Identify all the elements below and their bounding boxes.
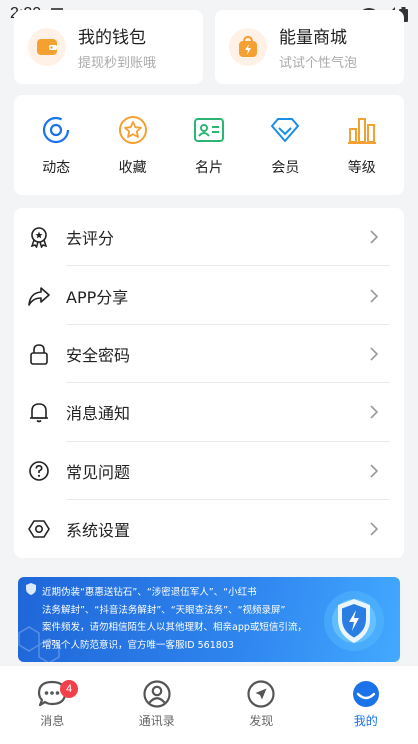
level-bars-icon [345, 113, 379, 147]
energy-mall-card[interactable]: 能量商城 试试个性气泡 [215, 10, 404, 84]
tab-contacts[interactable]: 通讯录 [105, 666, 210, 744]
wallet-title: 我的钱包 [78, 28, 146, 48]
energy-bag-icon [229, 28, 267, 66]
profile-icon [352, 681, 379, 707]
chevron-right-icon [370, 405, 378, 419]
my-wallet-card[interactable]: 我的钱包 提现秒到账哦 [14, 10, 203, 84]
tab-discover[interactable]: 发现 [209, 666, 314, 744]
moments-icon [39, 113, 73, 147]
menu-item-label: 安全密码 [66, 345, 131, 365]
quick-action-moments[interactable]: 动态 [26, 113, 86, 177]
menu-item-label: 常见问题 [66, 462, 131, 482]
tab-label: 我的 [353, 714, 378, 728]
star-icon [116, 113, 150, 147]
banner-line: 法务解封”、“抖音法务解封”、“天眼查法务”、“视频录屏” [42, 604, 286, 616]
quick-action-namecard[interactable]: 名片 [179, 113, 239, 177]
unread-badge: 4 [60, 680, 78, 698]
banner-line: 增强个人防范意识，官方唯一客服ID 561803 [42, 639, 234, 651]
award-icon [28, 226, 50, 249]
wallet-icon [28, 28, 66, 66]
wallet-subtitle: 提现秒到账哦 [78, 56, 157, 71]
chevron-right-icon [370, 230, 378, 244]
quick-action-favorites[interactable]: 收藏 [103, 113, 163, 177]
quick-action-label: 收藏 [118, 160, 147, 176]
energy-mall-subtitle: 试试个性气泡 [279, 56, 358, 71]
menu-item-label: 系统设置 [66, 521, 131, 541]
card-icon [192, 113, 226, 147]
quick-action-vip[interactable]: 会员 [255, 113, 315, 177]
menu-item-label: APP分享 [66, 287, 129, 307]
wallet-row: 我的钱包 提现秒到账哦 能量商城 试试个性气泡 [14, 10, 404, 84]
bottom-tab-bar: 4 消息 通讯录 发现 我的 [0, 666, 418, 744]
settings-hex-icon [28, 518, 50, 540]
tab-label: 消息 [40, 714, 65, 728]
quick-actions-card: 动态 收藏 名片 会员 等级 [14, 95, 404, 195]
menu-item-notifications[interactable]: 消息通知 [14, 383, 404, 442]
quick-action-level[interactable]: 等级 [332, 113, 392, 177]
menu-item-rate[interactable]: 去评分 [14, 208, 404, 267]
quick-action-label: 名片 [194, 160, 223, 176]
contacts-icon [143, 680, 171, 708]
banner-text: 近期伪装“惠惠送钻石”、“涉密退伍军人”、“小红书 法务解封”、“抖音法务解封”… [42, 584, 332, 654]
chevron-right-icon [370, 464, 378, 478]
quick-action-label: 动态 [42, 160, 71, 176]
tab-messages[interactable]: 4 消息 [0, 666, 105, 744]
security-shield-icon [324, 591, 384, 651]
anti-fraud-banner[interactable]: 近期伪装“惠惠送钻石”、“涉密退伍军人”、“小红书 法务解封”、“抖音法务解封”… [18, 577, 400, 662]
chevron-right-icon [370, 347, 378, 361]
tab-me[interactable]: 我的 [314, 666, 418, 744]
banner-line: 近期伪装“惠惠送钻石”、“涉密退伍军人”、“小红书 [42, 587, 257, 598]
bell-icon [28, 401, 50, 423]
menu-item-label: 消息通知 [66, 404, 131, 424]
menu-item-faq[interactable]: 常见问题 [14, 442, 404, 501]
lock-icon [28, 343, 50, 365]
quick-action-label: 会员 [271, 160, 300, 176]
menu-item-system-settings[interactable]: 系统设置 [14, 500, 404, 558]
menu-item-label: 去评分 [66, 229, 115, 249]
energy-mall-title: 能量商城 [279, 28, 347, 48]
small-shield-icon [26, 583, 36, 595]
chevron-right-icon [370, 289, 378, 303]
tab-label: 通讯录 [138, 714, 175, 728]
menu-item-security-password[interactable]: 安全密码 [14, 325, 404, 384]
banner-line: 案件频发，请勿相信陌生人以其他理财、相亲app或短信引流， [42, 622, 307, 634]
compass-icon [247, 680, 275, 708]
chevron-right-icon [370, 522, 378, 536]
quick-action-label: 等级 [347, 160, 376, 176]
question-icon [28, 460, 50, 482]
settings-menu: 去评分 APP分享 安全密码 消息通知 常见问题 系统设置 [14, 208, 404, 558]
tab-label: 发现 [249, 714, 274, 728]
share-icon [28, 285, 50, 307]
diamond-icon [268, 113, 302, 147]
menu-item-share[interactable]: APP分享 [14, 266, 404, 326]
